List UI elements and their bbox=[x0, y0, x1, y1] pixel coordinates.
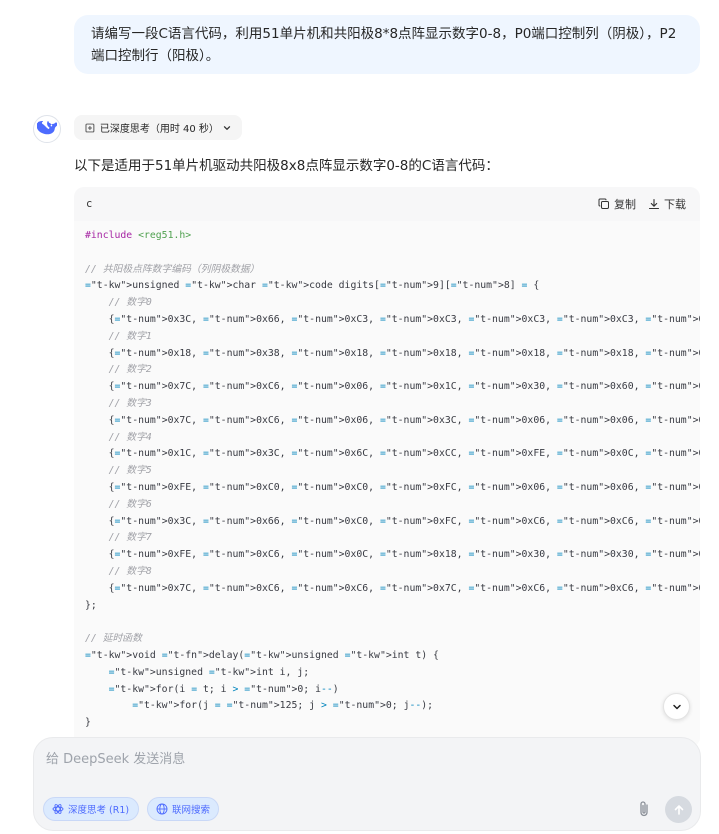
web-search-button[interactable]: 联网搜索 bbox=[147, 797, 219, 821]
deep-think-icon bbox=[85, 123, 95, 132]
message-composer: 深度思考 (R1) 联网搜索 bbox=[33, 737, 701, 831]
chevron-down-icon bbox=[672, 704, 681, 709]
deep-think-r1-label: 深度思考 (R1) bbox=[68, 805, 130, 816]
user-message-bubble: 请编写一段C语言代码，利用51单片机和共阳极8*8点阵显示数字0-8，P0端口控… bbox=[74, 15, 700, 74]
code-content: #include <reg51.h> // 共阳极点阵数字编码（列阴极数据） =… bbox=[85, 230, 700, 729]
deep-think-label: 已深度思考（用时 40 秒） bbox=[99, 124, 219, 135]
download-label: 下载 bbox=[664, 198, 686, 211]
chevron-down-icon bbox=[222, 123, 232, 133]
deep-think-toggle[interactable]: 已深度思考（用时 40 秒） bbox=[74, 115, 242, 140]
answer-intro: 以下是适用于51单片机驱动共阳极8x8点阵显示数字0-8的C语言代码： bbox=[74, 158, 499, 174]
paperclip-icon bbox=[640, 801, 648, 817]
arrow-up-icon bbox=[674, 804, 683, 815]
copy-code-button[interactable]: 复制 bbox=[598, 196, 636, 212]
code-language-label: c bbox=[86, 198, 93, 210]
download-icon bbox=[648, 198, 660, 210]
message-input[interactable] bbox=[46, 748, 646, 770]
download-code-button[interactable]: 下载 bbox=[648, 196, 686, 212]
deepseek-whale-icon bbox=[37, 121, 57, 135]
atom-icon bbox=[52, 804, 64, 814]
assistant-avatar bbox=[33, 115, 61, 143]
scroll-to-bottom-button[interactable] bbox=[663, 693, 690, 720]
copy-icon bbox=[598, 198, 609, 209]
globe-icon bbox=[156, 803, 168, 815]
code-block: c 复制 下载 #include <reg51.h> // 共阳极点阵数字编码（… bbox=[74, 187, 700, 747]
deep-think-r1-button[interactable]: 深度思考 (R1) bbox=[43, 797, 139, 821]
copy-label: 复制 bbox=[614, 198, 636, 211]
attach-file-button[interactable] bbox=[634, 798, 654, 820]
code-body: #include <reg51.h> // 共阳极点阵数字编码（列阴极数据） =… bbox=[74, 221, 700, 747]
send-button[interactable] bbox=[665, 796, 692, 823]
web-search-label: 联网搜索 bbox=[172, 805, 211, 816]
user-message-text: 请编写一段C语言代码，利用51单片机和共阳极8*8点阵显示数字0-8，P0端口控… bbox=[91, 26, 677, 64]
code-block-header: c 复制 下载 bbox=[74, 187, 700, 221]
